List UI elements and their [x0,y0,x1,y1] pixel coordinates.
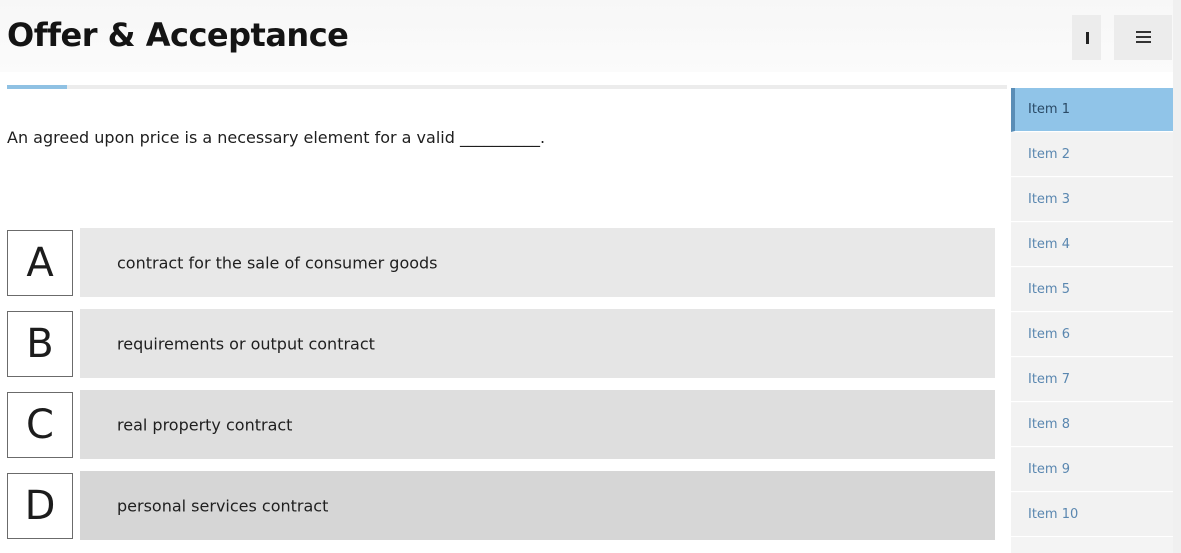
answer-letter: B [7,310,73,377]
progress-bar [7,85,1007,89]
answer-text: real property contract [117,415,293,434]
sidebar-item-3[interactable]: Item 3 [1011,178,1173,222]
answer-option-b[interactable]: B requirements or output contract [7,309,995,378]
sidebar-item-9[interactable]: Item 9 [1011,448,1173,492]
sidebar-item-7[interactable]: Item 7 [1011,358,1173,402]
answer-option-c[interactable]: C real property contract [7,390,995,459]
list-icon [1135,31,1151,44]
sidebar-item-5[interactable]: Item 5 [1011,268,1173,312]
answer-text: requirements or output contract [117,334,375,353]
sidebar-item-2[interactable]: Item 2 [1011,133,1173,177]
answer-option-d[interactable]: D personal services contract [7,471,995,540]
answer-text: personal services contract [117,496,329,515]
question-text: An agreed upon price is a necessary elem… [7,128,546,147]
sidebar-item-6[interactable]: Item 6 [1011,313,1173,357]
page-title: Offer & Acceptance [7,16,349,54]
answer-option-a[interactable]: A contract for the sale of consumer good… [7,228,995,297]
item-navigation-sidebar: Item 1 Item 2 Item 3 Item 4 Item 5 Item … [1011,88,1173,553]
answer-letter: A [7,229,73,296]
answer-letter: C [7,391,73,458]
sidebar-item-10[interactable]: Item 10 [1011,493,1173,537]
item-list-button[interactable] [1114,15,1172,60]
answer-text: contract for the sale of consumer goods [117,253,438,272]
sidebar-item-8[interactable]: Item 8 [1011,403,1173,447]
header-bar: Offer & Acceptance [0,0,1181,72]
progress-fill [7,85,67,89]
pause-icon [1086,31,1089,44]
pause-button[interactable] [1072,15,1101,60]
sidebar-item-4[interactable]: Item 4 [1011,223,1173,267]
answer-letter: D [7,472,73,539]
scroll-gutter [1173,0,1181,553]
sidebar-item-1[interactable]: Item 1 [1011,88,1173,132]
